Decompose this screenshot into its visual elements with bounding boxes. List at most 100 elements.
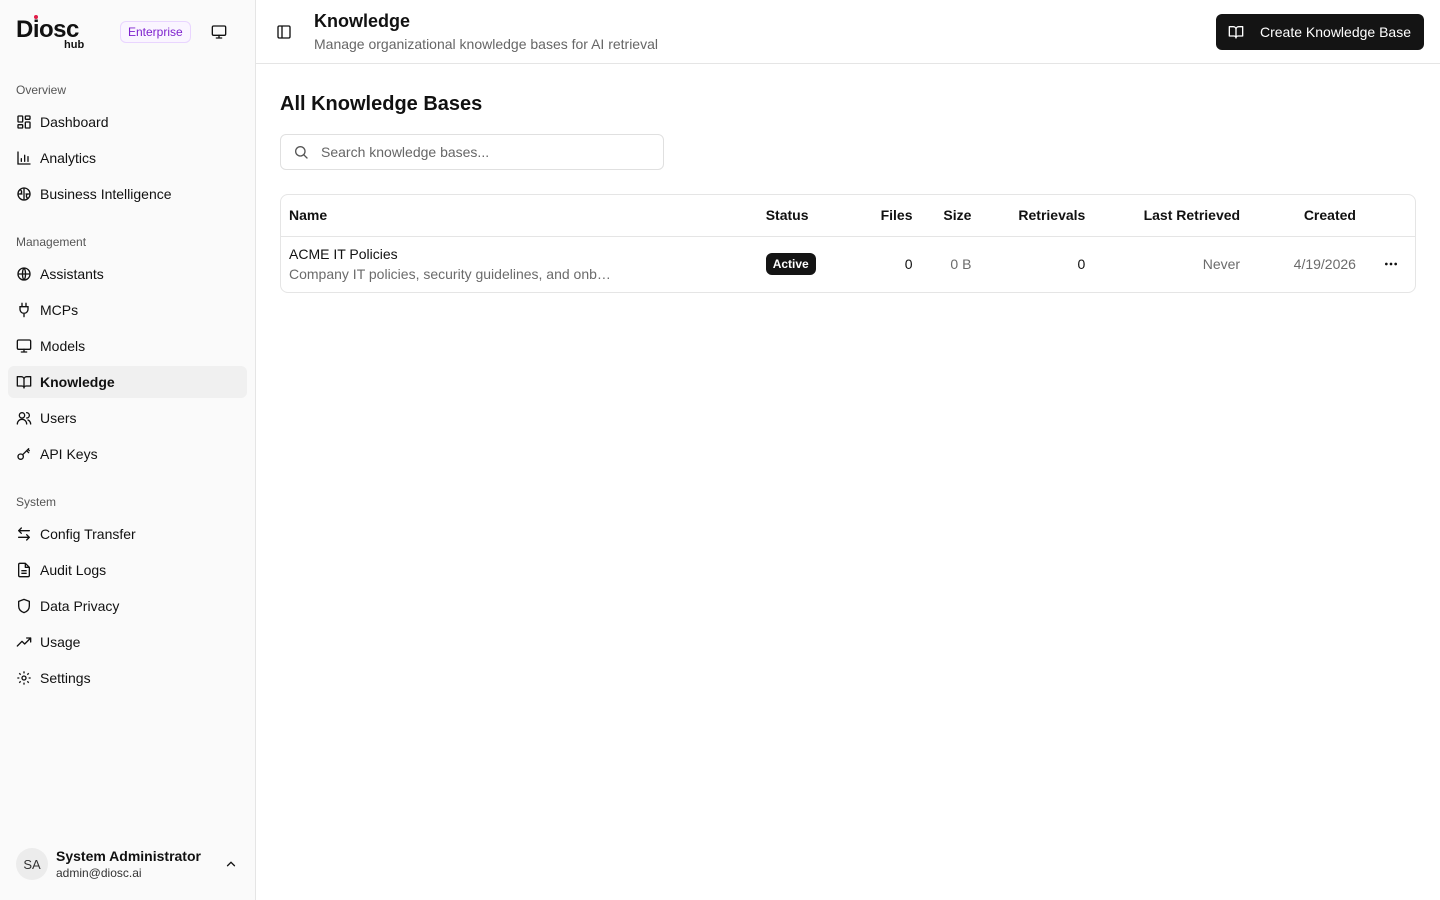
kb-description: Company IT policies, security guidelines… [289,266,611,283]
cell-name: ACME IT Policies Company IT policies, se… [281,236,758,292]
section-label: Overview [16,83,67,97]
column-header-status[interactable]: Status [757,195,848,237]
sidebar-item-label: Usage [40,634,81,650]
user-menu[interactable]: SA System Administrator admin@diosc.ai [8,840,247,888]
sidebar-item-label: Dashboard [40,114,109,130]
logo-dot [34,15,38,19]
section-label: Management [16,235,87,249]
table-header-row: Name Status Files Size Retrievals Last R… [281,195,1415,237]
arrows-transfer-icon [16,526,32,542]
logo[interactable]: Diosc hub [16,14,88,51]
column-header-size[interactable]: Size [920,195,980,237]
sidebar-item-api-keys[interactable]: API Keys [8,438,247,470]
sidebar-item-analytics[interactable]: Analytics [8,142,247,174]
table-row[interactable]: ACME IT Policies Company IT policies, se… [281,236,1415,292]
sidebar-item-settings[interactable]: Settings [8,662,247,694]
column-header-last-retrieved[interactable]: Last Retrieved [1093,195,1249,237]
page-subtitle: Manage organizational knowledge bases fo… [314,35,658,52]
knowledge-table: Name Status Files Size Retrievals Last R… [280,194,1416,293]
column-header-files[interactable]: Files [847,195,921,237]
sidebar-item-users[interactable]: Users [8,402,247,434]
cell-size: 0 B [950,256,972,273]
brain-icon [16,186,32,202]
status-badge: Active [765,253,816,276]
sidebar-item-config-transfer[interactable]: Config Transfer [8,518,247,550]
sidebar-item-label: MCPs [40,302,79,318]
cell-last-retrieved: Never [1202,256,1241,273]
plug-icon [16,302,32,318]
avatar: SA [16,848,48,880]
kb-name[interactable]: ACME IT Policies [289,245,750,263]
sidebar-item-label: API Keys [40,446,98,462]
app-root: Diosc hub Enterprise Overview Dashboard … [0,0,1440,900]
trending-up-icon [16,634,32,650]
sidebar-nav: Overview Dashboard Analytics Business In… [0,64,255,710]
section-heading: All Knowledge Bases [280,93,483,115]
create-button-label: Create Knowledge Base [1260,24,1411,40]
page-titles: Knowledge Manage organizational knowledg… [314,10,658,54]
search-box [280,134,664,170]
create-knowledge-base-button[interactable]: Create Knowledge Base [1216,14,1424,50]
sidebar-item-models[interactable]: Models [8,330,247,362]
file-text-icon [16,562,32,578]
nav-section-system: System Config Transfer Audit Logs Data P… [8,486,247,694]
sidebar-item-label: Settings [40,670,91,686]
cell-status: Active [758,236,848,292]
sidebar-item-label: Analytics [40,150,97,166]
nav-section-management: Management Assistants MCPs Models Knowle… [8,226,247,470]
sidebar-item-label: Data Privacy [40,598,120,614]
users-icon [16,410,32,426]
sidebar-item-label: Config Transfer [40,526,136,542]
user-email: admin@diosc.ai [56,866,142,880]
cell-actions [1364,236,1415,292]
sidebar-item-mcps[interactable]: MCPs [8,294,247,326]
user-name: System Administrator [56,848,201,864]
sidebar-toggle-icon[interactable] [274,22,294,42]
monitor-icon [16,338,32,354]
shield-icon [16,598,32,614]
sidebar-item-knowledge[interactable]: Knowledge [8,366,247,398]
sidebar-item-label: Audit Logs [40,562,107,578]
edition-badge: Enterprise [120,21,191,43]
sidebar-item-usage[interactable]: Usage [8,626,247,658]
column-header-created[interactable]: Created [1248,195,1364,237]
sidebar-item-label: Users [40,410,77,426]
sidebar-item-label: Business Intelligence [40,186,172,202]
cell-retrievals: 0 [1077,256,1086,273]
globe-icon [16,266,32,282]
search-icon [293,144,309,160]
column-header-name[interactable]: Name [281,195,758,237]
content: All Knowledge Bases Name Status Files Si… [256,64,1440,317]
page-title: Knowledge [314,10,411,31]
monitor-icon[interactable] [209,22,229,42]
search-input[interactable] [321,144,651,160]
cell-files: 0 [904,256,913,273]
sidebar-item-data-privacy[interactable]: Data Privacy [8,590,247,622]
logo-subtext: hub [64,39,85,51]
gear-icon [16,670,32,686]
bar-chart-icon [16,150,32,166]
nav-section-overview: Overview Dashboard Analytics Business In… [8,74,247,210]
column-header-retrievals[interactable]: Retrievals [979,195,1094,237]
sidebar-item-dashboard[interactable]: Dashboard [8,106,247,138]
section-label: System [16,495,57,509]
cell-created: 4/19/2026 [1293,256,1356,273]
sidebar-item-audit-logs[interactable]: Audit Logs [8,554,247,586]
main-area: Knowledge Manage organizational knowledg… [256,0,1440,900]
sidebar-item-label: Knowledge [40,374,115,390]
user-info: System Administrator admin@diosc.ai [56,847,223,881]
sidebar-item-label: Assistants [40,266,104,282]
brand-header: Diosc hub Enterprise [0,0,255,64]
sidebar: Diosc hub Enterprise Overview Dashboard … [0,0,256,900]
sidebar-item-assistants[interactable]: Assistants [8,258,247,290]
key-icon [16,446,32,462]
book-open-icon [1228,24,1244,40]
more-horizontal-icon[interactable] [1375,248,1407,280]
column-header-actions [1363,195,1415,237]
dashboard-icon [16,114,32,130]
sidebar-item-label: Models [40,338,86,354]
sidebar-item-business-intelligence[interactable]: Business Intelligence [8,178,247,210]
book-open-icon [16,374,32,390]
top-bar: Knowledge Manage organizational knowledg… [256,0,1440,64]
chevron-up-icon [223,856,239,872]
